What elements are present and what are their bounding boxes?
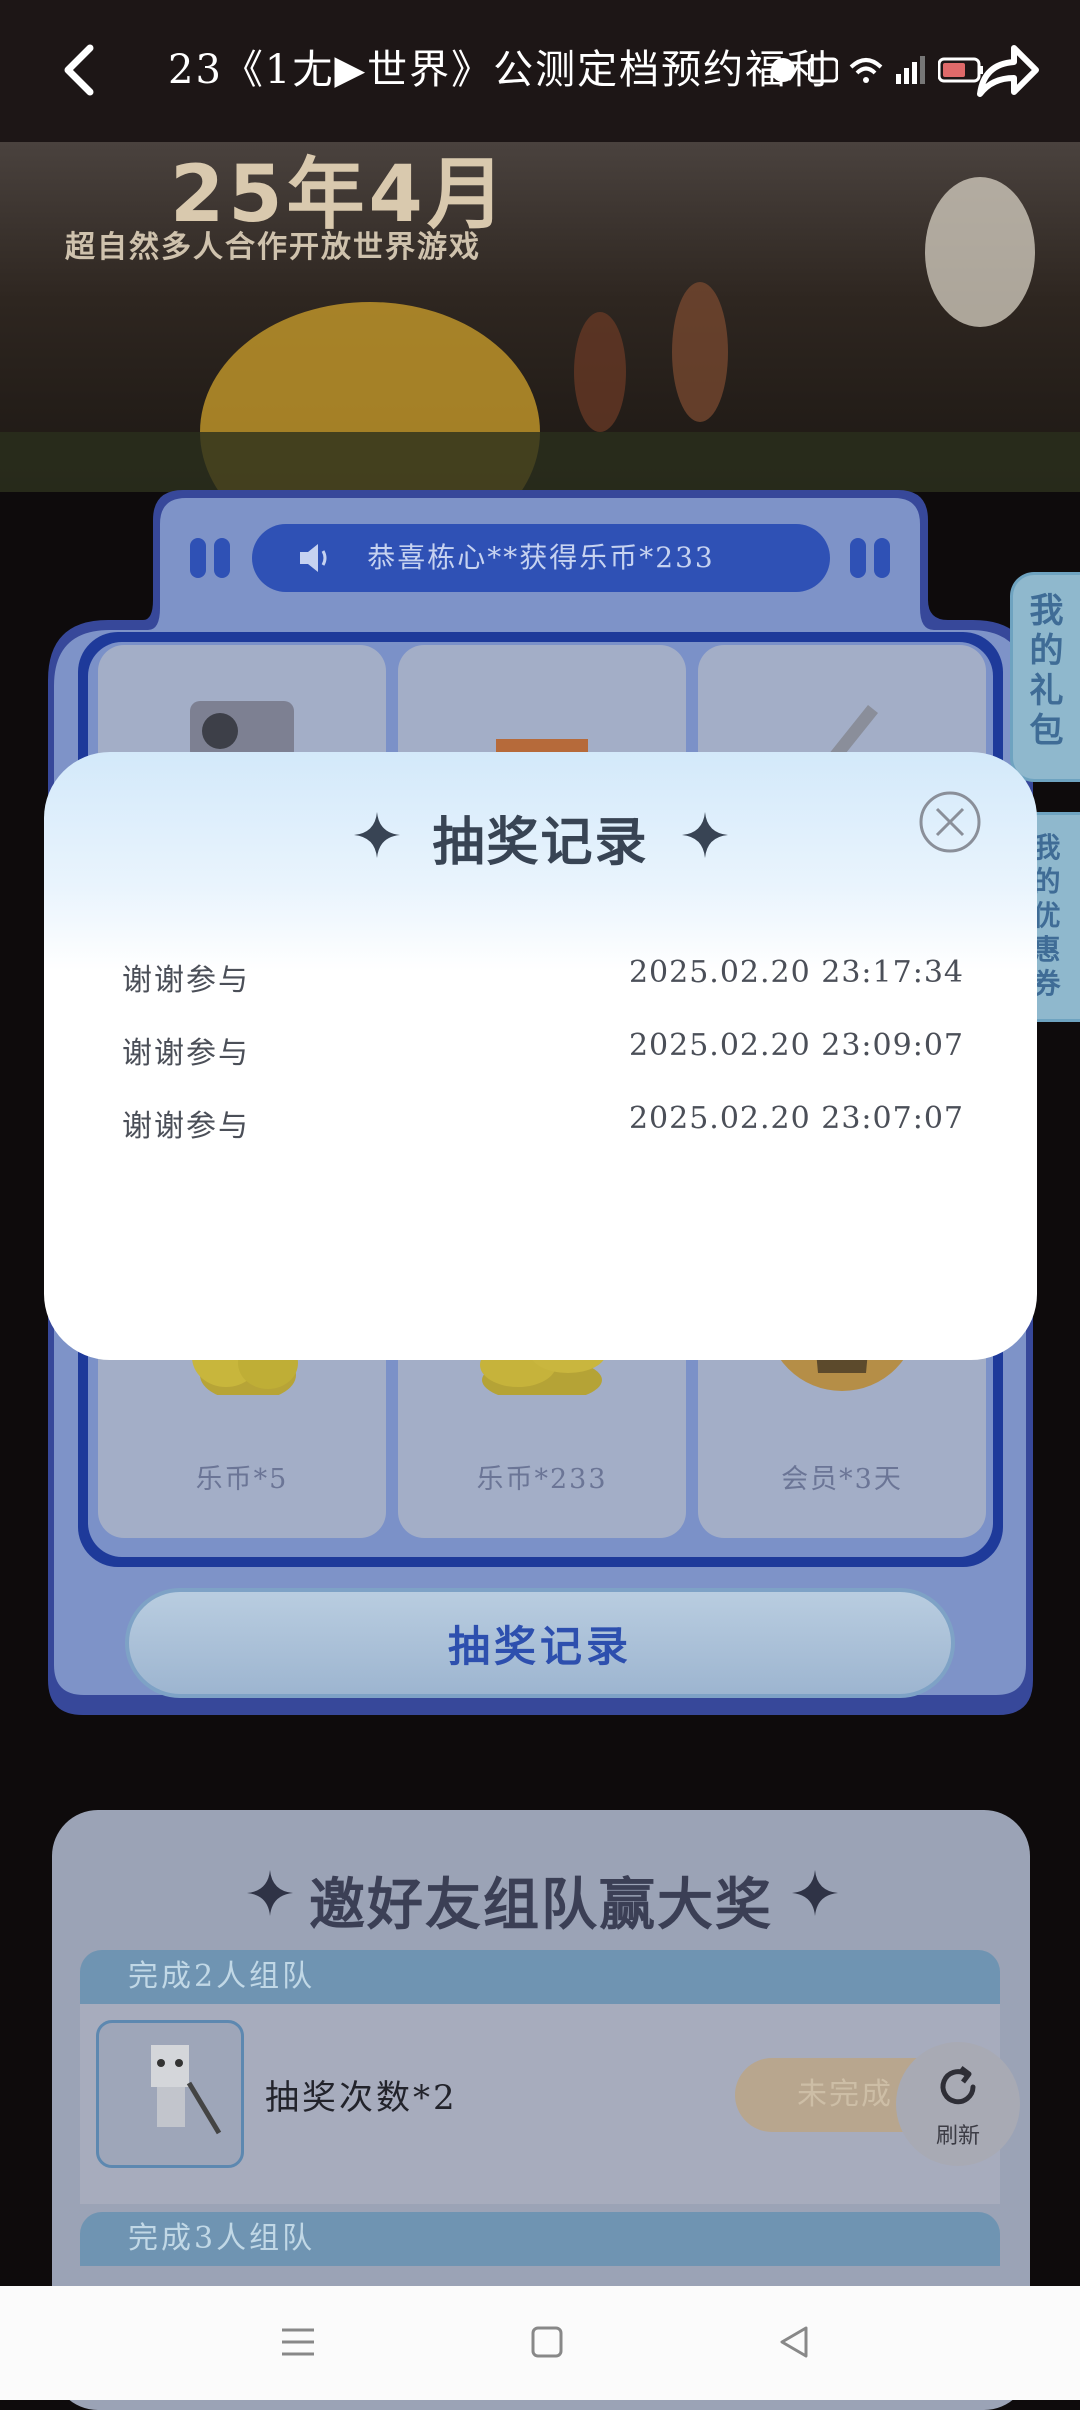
record-row: 谢谢参与 2025.02.20 23:09:07 [122, 1028, 964, 1088]
refresh-label: 刷新 [935, 2124, 980, 2149]
record-time: 2025.02.20 23:09:07 [628, 1028, 964, 1063]
prize-label: 乐币*233 [476, 1464, 608, 1495]
prize-label: 乐币*5 [195, 1464, 289, 1495]
record-row: 谢谢参与 2025.02.20 23:07:07 [122, 1101, 964, 1161]
record-result: 谢谢参与 [122, 963, 250, 998]
record-time: 2025.02.20 23:07:07 [628, 1101, 964, 1136]
record-time: 2025.02.20 23:17:34 [628, 955, 964, 990]
close-icon[interactable] [918, 790, 982, 854]
refresh-button[interactable]: 刷新 [896, 2042, 1020, 2166]
record-row: 谢谢参与 2025.02.20 23:17:34 [122, 955, 964, 1015]
hero-banner: 25年4月 超自然多人合作开放世界游戏 [0, 142, 1080, 492]
team-section-title: 邀好友组队赢大奖 [309, 1873, 773, 1938]
back-arrow-icon[interactable] [52, 40, 112, 100]
tool-prize-image [828, 705, 878, 763]
marquee-text: 恭喜栋心**获得乐币*233 [367, 541, 715, 574]
record-result: 谢谢参与 [122, 1109, 250, 1144]
team-tier-heading: 完成2人组队 [80, 1950, 1000, 2004]
record-result: 谢谢参与 [122, 1036, 250, 1071]
team-tier-heading: 完成3人组队 [80, 2212, 1000, 2266]
team-reward-label: 抽奖次数*2 [265, 2078, 458, 2118]
robot-reward-image [96, 2020, 244, 2168]
phone-prize-image [190, 701, 294, 761]
hd-icon [807, 57, 839, 87]
refresh-icon [940, 2066, 976, 2105]
menu-icon[interactable] [276, 2320, 320, 2364]
winner-marquee: 恭喜栋心**获得乐币*233 [252, 524, 830, 592]
my-gift-bag-tab[interactable]: 我的礼包 [1010, 572, 1080, 782]
speaker-icon [296, 524, 330, 617]
prize-label: 会员*3天 [781, 1464, 903, 1495]
banner-artwork [0, 177, 1080, 492]
page-title: 23《1尢▶世界》公测定档预约福利 [168, 47, 830, 93]
draw-record-button[interactable]: 抽奖记录 [125, 1588, 955, 1698]
dialog-title: 抽奖记录 [432, 813, 649, 873]
share-icon[interactable] [970, 34, 1044, 108]
back-triangle-icon[interactable] [772, 2320, 816, 2364]
home-icon[interactable] [525, 2320, 569, 2364]
wifi-icon [848, 55, 884, 89]
card-prize-image [496, 739, 588, 769]
5g-signal-icon [894, 54, 928, 90]
alarm-icon [768, 55, 798, 89]
